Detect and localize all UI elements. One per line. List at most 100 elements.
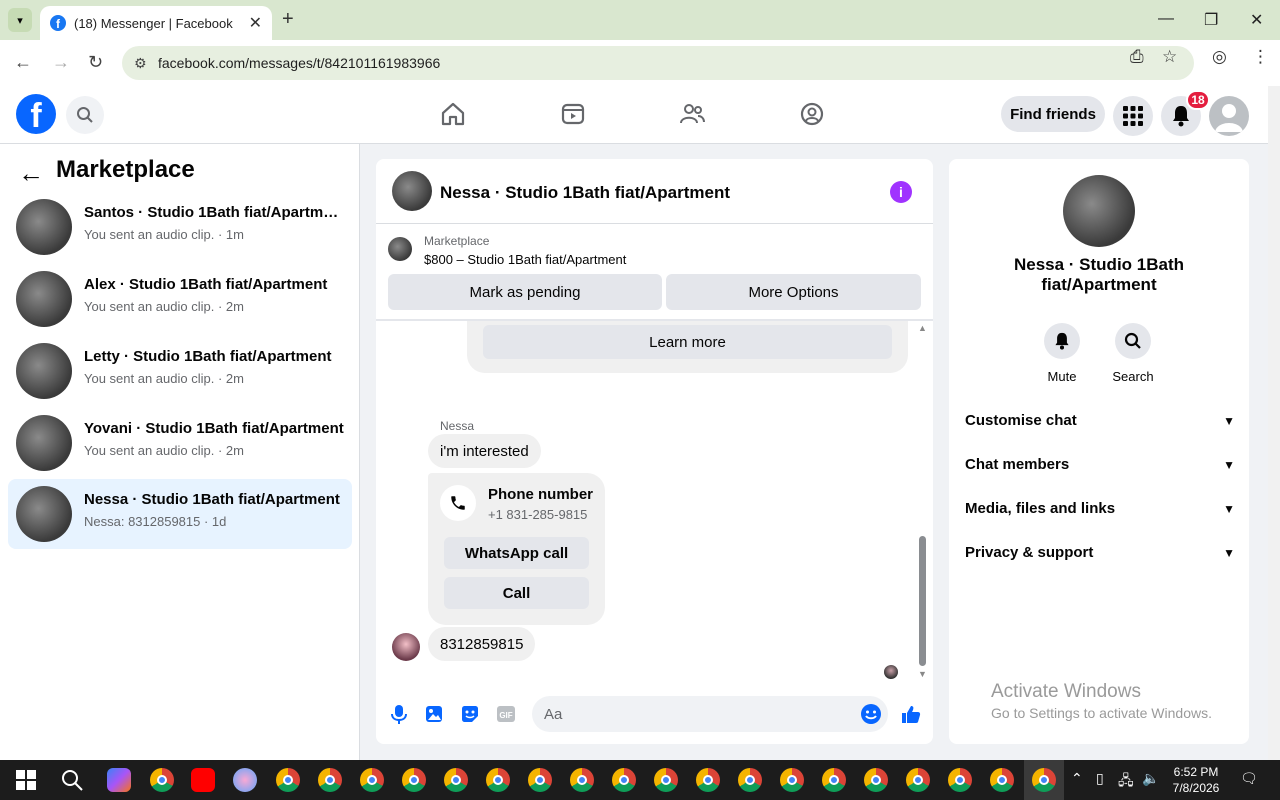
volume-icon[interactable]: 🔈 [1142, 770, 1159, 787]
minimize-button[interactable]: — [1158, 10, 1174, 28]
conversation-item[interactable]: Letty · Studio 1Bath fiat/Apartment You … [8, 336, 352, 406]
new-tab-button[interactable]: + [282, 8, 294, 31]
chrome-icon[interactable] [1032, 768, 1056, 792]
tab-search-button[interactable]: ▾ [8, 8, 32, 32]
scroll-down-icon[interactable]: ▼ [918, 669, 927, 679]
scroll-thumb[interactable] [919, 536, 926, 666]
info-icon[interactable]: i [890, 181, 912, 203]
activate-windows-watermark: Activate Windows Go to Settings to activ… [991, 681, 1212, 721]
listing-thumbnail [388, 237, 412, 261]
mark-as-pending-button[interactable]: Mark as pending [388, 274, 662, 310]
url-input[interactable]: ⚙ facebook.com/messages/t/84210116198396… [122, 46, 1194, 80]
profile-avatar[interactable] [1063, 175, 1135, 247]
chrome-icon[interactable] [696, 768, 720, 792]
conversation-item[interactable]: Alex · Studio 1Bath fiat/Apartment You s… [8, 264, 352, 334]
chrome-icon[interactable] [780, 768, 804, 792]
chevron-down-icon: ▼ [1223, 502, 1235, 516]
conversation-item-active[interactable]: Nessa · Studio 1Bath fiat/Apartment Ness… [8, 479, 352, 549]
back-arrow-icon[interactable]: ← [18, 158, 44, 189]
chrome-icon[interactable] [318, 768, 342, 792]
chrome-icon[interactable] [906, 768, 930, 792]
conversation-item[interactable]: Santos · Studio 1Bath fiat/Apartme... Yo… [8, 192, 352, 262]
message-bubble[interactable]: 8312859815 [428, 627, 536, 661]
message-input[interactable]: Aa [532, 696, 888, 732]
search-conversation-button[interactable]: Search [1103, 323, 1163, 384]
restore-button[interactable]: ❐ [1204, 10, 1218, 30]
install-app-icon[interactable]: ⎙ [1130, 47, 1144, 67]
chrome-icon[interactable] [444, 768, 468, 792]
clock-time: 6:52 PM [1173, 765, 1219, 779]
clock[interactable]: 6:52 PM 7/8/2026 [1166, 764, 1226, 796]
chrome-icon[interactable] [864, 768, 888, 792]
browser-menu-icon[interactable]: ⋮ [1252, 47, 1269, 67]
chrome-icon[interactable] [612, 768, 636, 792]
scroll-up-icon[interactable]: ▲ [918, 323, 927, 333]
chat-title[interactable]: Nessa · Studio 1Bath fiat/Apartment [440, 183, 730, 203]
conversation-item[interactable]: Yovani · Studio 1Bath fiat/Apartment You… [8, 408, 352, 478]
chrome-icon[interactable] [738, 768, 762, 792]
menu-grid-icon[interactable] [1113, 96, 1153, 136]
forward-button[interactable]: → [52, 52, 70, 73]
learn-more-button[interactable]: Learn more [483, 325, 892, 359]
emoji-icon[interactable] [860, 703, 882, 725]
battery-icon[interactable]: ▯ [1096, 770, 1104, 787]
chat-avatar[interactable] [392, 171, 432, 211]
copilot-icon[interactable] [107, 768, 131, 792]
listing-thumbnail [16, 271, 72, 327]
seen-receipt-avatar [884, 665, 898, 679]
mute-button[interactable]: Mute [1032, 323, 1092, 384]
page-scrollbar[interactable] [1268, 86, 1280, 760]
watermark-subtitle: Go to Settings to activate Windows. [991, 705, 1212, 721]
listing-price-title[interactable]: $800 – Studio 1Bath fiat/Apartment [424, 252, 626, 267]
profile-icon[interactable]: ◎ [1212, 47, 1227, 67]
thumbs-up-icon[interactable] [900, 703, 922, 725]
customise-chat-row[interactable]: Customise chat ▼ [965, 412, 1235, 436]
close-tab-icon[interactable]: ✕ [249, 13, 262, 33]
chrome-icon[interactable] [948, 768, 972, 792]
video-icon[interactable] [559, 100, 587, 128]
youtube-icon[interactable] [191, 768, 215, 792]
privacy-support-row[interactable]: Privacy & support ▼ [965, 544, 1235, 568]
chat-scrollbar[interactable]: ▲ ▼ [916, 321, 928, 687]
chrome-icon[interactable] [654, 768, 678, 792]
media-files-links-row[interactable]: Media, files and links ▼ [965, 500, 1235, 524]
friends-icon[interactable] [678, 100, 706, 128]
taskbar-search-icon[interactable] [60, 768, 84, 792]
bookmark-star-icon[interactable]: ☆ [1162, 47, 1177, 67]
chat-members-row[interactable]: Chat members ▼ [965, 456, 1235, 480]
home-icon[interactable] [439, 100, 467, 128]
chrome-icon[interactable] [150, 768, 174, 792]
windows-start-icon[interactable] [14, 768, 38, 792]
chrome-icon[interactable] [990, 768, 1014, 792]
chrome-icon[interactable] [570, 768, 594, 792]
chrome-icon[interactable] [486, 768, 510, 792]
photo-icon[interactable] [423, 703, 445, 725]
facebook-logo-icon[interactable]: f [16, 94, 56, 134]
more-options-button[interactable]: More Options [666, 274, 921, 310]
whatsapp-call-button[interactable]: WhatsApp call [444, 537, 589, 569]
chrome-icon[interactable] [528, 768, 552, 792]
chrome-icon[interactable] [276, 768, 300, 792]
find-friends-button[interactable]: Find friends [1001, 96, 1105, 132]
chrome-icon[interactable] [360, 768, 384, 792]
close-window-button[interactable]: ✕ [1250, 10, 1263, 30]
message-bubble[interactable]: i'm interested [428, 434, 541, 468]
search-icon[interactable] [66, 96, 104, 134]
sticker-icon[interactable] [459, 703, 481, 725]
app-icon[interactable] [233, 768, 257, 792]
browser-tab[interactable]: f (18) Messenger | Facebook ✕ [40, 6, 272, 40]
network-icon[interactable]: 🖧 [1118, 770, 1134, 794]
gif-icon[interactable]: GIF [495, 703, 517, 725]
chrome-icon[interactable] [822, 768, 846, 792]
call-button[interactable]: Call [444, 577, 589, 609]
notification-center-icon[interactable]: 🗨 [1240, 770, 1258, 787]
site-info-icon[interactable]: ⚙ [134, 55, 147, 72]
back-button[interactable]: ← [14, 52, 32, 73]
groups-icon[interactable] [798, 100, 826, 128]
watermark-title: Activate Windows [991, 681, 1141, 702]
account-avatar[interactable] [1209, 96, 1249, 136]
chrome-icon[interactable] [402, 768, 426, 792]
microphone-icon[interactable] [388, 703, 410, 725]
reload-button[interactable]: ↻ [88, 52, 103, 73]
tray-chevron-up-icon[interactable]: ⌃ [1071, 770, 1083, 787]
